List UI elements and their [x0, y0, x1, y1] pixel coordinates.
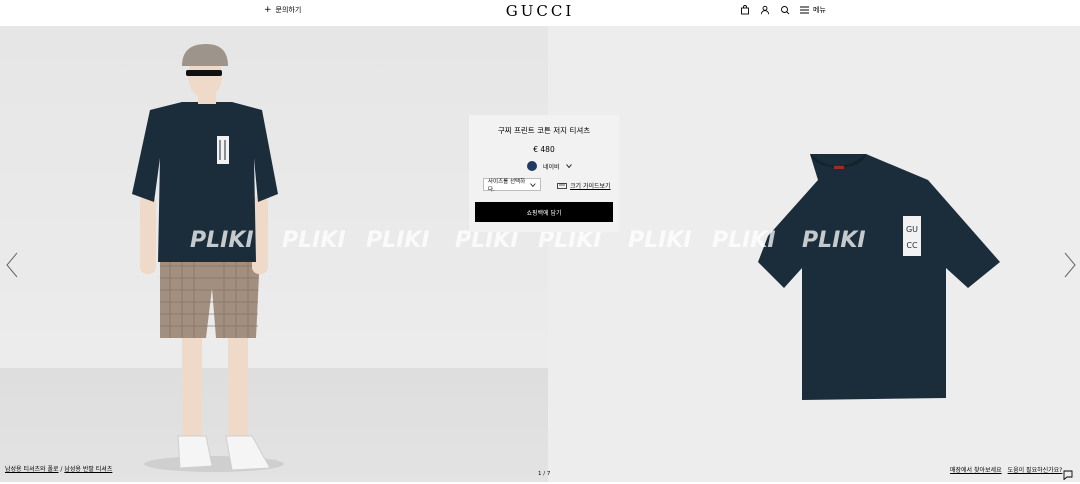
footer-links: 매장에서 찾아보세요 도움이 필요하신가요?: [950, 465, 1062, 474]
watermark-text: PLIKI: [366, 228, 430, 253]
header-icons: 메뉴: [740, 5, 826, 15]
color-name: 네이비: [543, 163, 560, 171]
watermark-text: PLIKI: [802, 228, 866, 253]
breadcrumb: 남성용 티셔츠와 폴로 / 남성용 반팔 티셔츠: [5, 464, 112, 473]
watermark-text: PLIKI: [712, 228, 776, 253]
account-icon[interactable]: [760, 5, 770, 15]
product-info-card: 구찌 프린트 코튼 저지 티셔츠 € 480 네이비 사이즈를 선택하다. 크기…: [469, 115, 619, 232]
watermark-text: PLIKI: [190, 228, 254, 253]
add-to-cart-button[interactable]: 쇼핑백에 담기: [475, 202, 613, 222]
tshirt-illustration: GU CC: [758, 154, 1000, 400]
model-photo: [0, 26, 548, 482]
chevron-down-icon: [530, 182, 536, 187]
next-image-arrow[interactable]: [1064, 252, 1076, 282]
watermark-text: PLIKI: [282, 228, 346, 253]
menu-label: 메뉴: [813, 6, 826, 14]
breadcrumb-link[interactable]: 남성용 티셔츠와 폴로: [5, 466, 59, 473]
help-link[interactable]: 도움이 필요하신가요?: [1008, 465, 1063, 474]
image-pager: 1 / 7: [538, 471, 551, 477]
product-price: € 480: [533, 145, 555, 154]
chevron-down-icon: [565, 164, 572, 168]
model-illustration: [132, 44, 284, 472]
search-icon[interactable]: [780, 5, 790, 15]
chat-button[interactable]: [1063, 465, 1073, 484]
brand-logo[interactable]: GUCCI: [0, 2, 1080, 20]
size-dropdown[interactable]: 사이즈를 선택하다.: [483, 178, 541, 193]
prev-image-arrow[interactable]: [6, 252, 18, 282]
breadcrumb-separator: /: [60, 466, 63, 473]
product-photo: GU CC: [548, 26, 1080, 482]
color-selector[interactable]: 네이비: [527, 161, 572, 171]
product-title: 구찌 프린트 코튼 저지 티셔츠: [497, 126, 591, 135]
hamburger-icon: [800, 6, 809, 14]
size-guide-label: 크기 가이드보기: [570, 183, 611, 190]
svg-text:GU: GU: [906, 225, 918, 234]
shopping-bag-icon[interactable]: [740, 5, 750, 15]
ruler-icon: [557, 182, 567, 189]
chevron-left-icon: [6, 252, 18, 278]
chat-bubble-icon: [1063, 470, 1073, 481]
chevron-right-icon: [1064, 252, 1076, 278]
watermark-text: PLIKI: [628, 228, 692, 253]
top-header: + 문의하기 GUCCI 메뉴: [0, 0, 1080, 26]
size-placeholder: 사이즈를 선택하다.: [488, 178, 526, 193]
size-guide-link[interactable]: 크기 가이드보기: [557, 181, 611, 190]
color-swatch: [527, 161, 537, 171]
breadcrumb-link[interactable]: 남성용 반팔 티셔츠: [64, 466, 112, 473]
menu-button[interactable]: 메뉴: [800, 5, 826, 15]
svg-text:CC: CC: [906, 241, 918, 250]
store-locator-link[interactable]: 매장에서 찾아보세요: [950, 465, 1002, 474]
